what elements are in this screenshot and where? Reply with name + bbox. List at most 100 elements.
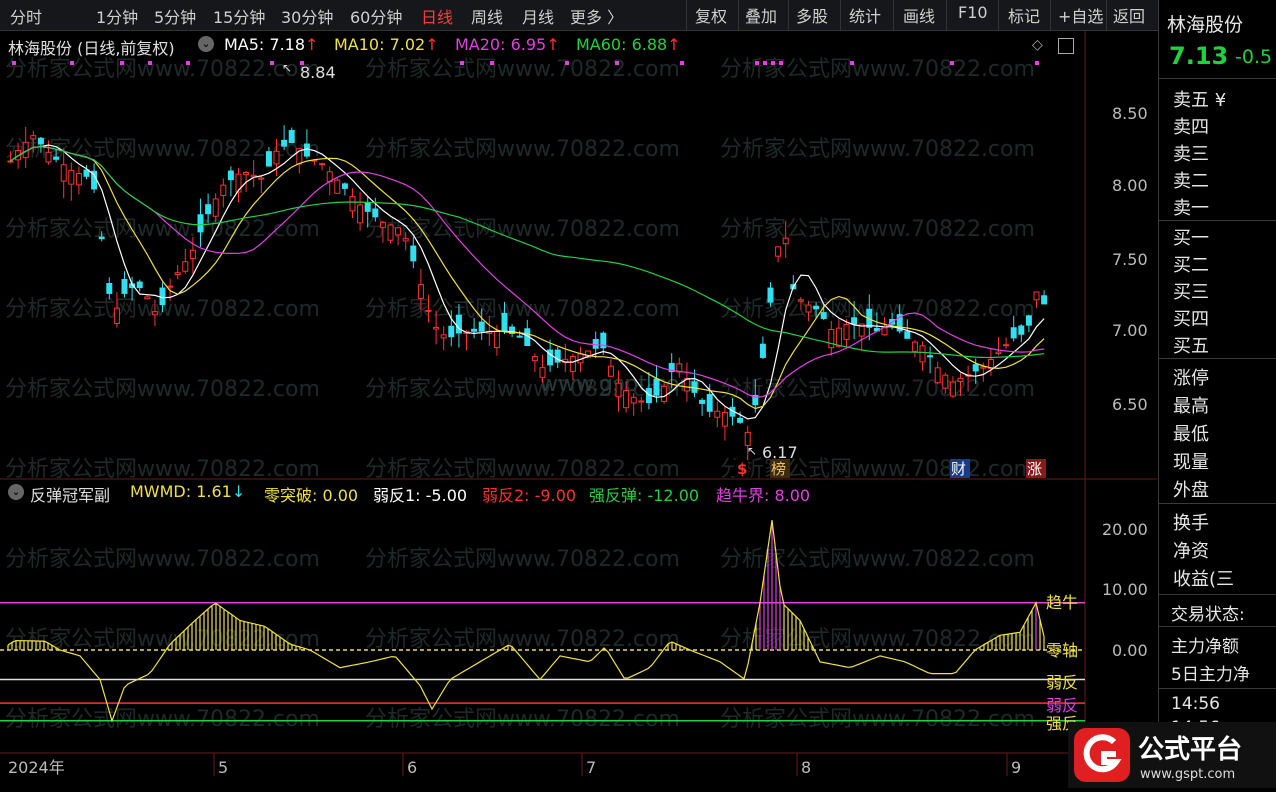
candle-body [212, 198, 219, 217]
candle-body [167, 285, 174, 288]
dollar-marker[interactable]: $ [737, 460, 747, 478]
ma10-line [10, 146, 1045, 410]
draw-line-button[interactable]: 画线 [903, 3, 935, 27]
overlay-button[interactable]: 叠加 [745, 3, 777, 27]
diamond-icon[interactable]: ◇ [1032, 37, 1043, 53]
candle-body [1010, 327, 1017, 339]
tab-5min[interactable]: 5分钟 [154, 4, 196, 28]
candle-body [372, 208, 379, 218]
ma20-label: MA20: 6.95↑ [455, 35, 560, 54]
candle-body [235, 173, 242, 193]
svg-text:8.00: 8.00 [1112, 176, 1148, 195]
candle-body [797, 299, 804, 302]
mark-button[interactable]: 标记 [1008, 3, 1040, 27]
watermarks: 分析家公式网www.70822.com 分析家公式网www.70822.com … [5, 57, 1035, 732]
candle-body [189, 249, 196, 260]
zhang-marker[interactable]: 涨 [1027, 460, 1042, 478]
dropdown-icon[interactable]: ⌄ [198, 36, 214, 52]
kline-svg[interactable]: 分析家公式网www.70822.com 分析家公式网www.70822.com … [0, 31, 1157, 788]
candle-body [448, 325, 455, 338]
candle-body [493, 330, 500, 349]
candle-body [83, 169, 90, 177]
bid4-label: 买四 [1173, 309, 1209, 330]
window-toggle-icon[interactable] [1058, 38, 1074, 54]
candle-body [805, 304, 812, 313]
top-dot [12, 61, 16, 65]
candle-body [106, 282, 113, 294]
candle-body [828, 329, 835, 349]
candle-body [37, 137, 44, 145]
candle-body [75, 173, 82, 186]
svg-text:分析家公式网www.70822.com: 分析家公式网www.70822.com [720, 57, 1035, 82]
tab-fenshi[interactable]: 分时 [10, 4, 42, 28]
candle-body [341, 183, 348, 189]
candle-body [53, 156, 60, 160]
candle-body [539, 367, 546, 378]
candle-body [516, 335, 523, 338]
multi-stock-button[interactable]: 多股 [796, 3, 828, 27]
candle-body [68, 169, 75, 185]
chart-title: 林海股份 (日线,前复权) [8, 39, 175, 58]
tab-30min[interactable]: 30分钟 [281, 4, 333, 28]
fuquan-button[interactable]: 复权 [695, 3, 727, 27]
candle-body [220, 184, 227, 197]
svg-text:弱反: 弱反 [1046, 673, 1078, 692]
indicator-dropdown-icon[interactable]: ⌄ [8, 484, 24, 500]
stock-name: 林海股份 [1167, 14, 1244, 36]
candle-body [395, 227, 402, 236]
top-dot [565, 61, 569, 65]
tab-monthly[interactable]: 月线 [522, 4, 554, 28]
date-axis: 2024年 5 6 7 8 9 [8, 753, 1021, 777]
mwmd-label: MWMD: 1.61↓ [130, 482, 246, 501]
limit-up-label: 涨停 [1173, 368, 1209, 389]
price-change: -0.5 [1235, 46, 1273, 68]
top-dot [680, 61, 684, 65]
candle-body [364, 202, 371, 212]
top-dot [70, 61, 74, 65]
svg-text:公式平台: 公式平台 [1138, 734, 1242, 765]
candle-body [121, 278, 128, 294]
svg-text:7.50: 7.50 [1112, 250, 1148, 269]
tab-daily[interactable]: 日线 [421, 4, 453, 28]
statistics-button[interactable]: 统计 [849, 3, 881, 27]
back-button[interactable]: 返回 [1113, 3, 1145, 27]
candle-body [1033, 291, 1040, 301]
tab-weekly[interactable]: 周线 [471, 4, 503, 28]
candle-body [949, 381, 956, 397]
svg-text:分析家公式网www.70822.com: 分析家公式网www.70822.com [720, 137, 1035, 162]
svg-text:分析家公式网www.70822.com: 分析家公式网www.70822.com [5, 457, 320, 482]
tab-60min[interactable]: 60分钟 [350, 4, 402, 28]
tab-1min[interactable]: 1分钟 [96, 4, 138, 28]
chart-area[interactable]: 分析家公式网www.70822.com 分析家公式网www.70822.com … [0, 31, 1157, 788]
top-dot [615, 61, 619, 65]
candle-body [227, 170, 234, 181]
svg-text:分析家公式网www.70822.com: 分析家公式网www.70822.com [365, 137, 680, 162]
candle-body [569, 356, 576, 373]
svg-text:分析家公式网www.70822.com: 分析家公式网www.70822.com [5, 547, 320, 572]
candle-body [919, 345, 926, 363]
candle-body [782, 237, 789, 245]
ask5-label: 卖五 ¥ [1173, 90, 1227, 111]
candle-body [843, 323, 850, 340]
volume-label: 现量 [1173, 452, 1209, 473]
bang-marker[interactable]: 榜 [771, 460, 786, 478]
f10-button[interactable]: F10 [958, 3, 988, 22]
candle-body [531, 356, 538, 362]
candle-body [995, 351, 1002, 355]
candle-body [835, 327, 842, 347]
bid1-label: 买一 [1173, 228, 1209, 249]
cai-marker[interactable]: 财 [951, 460, 966, 478]
candle-body [205, 204, 212, 215]
candle-body [615, 382, 622, 398]
candle-body [638, 400, 645, 403]
candle-body [319, 163, 326, 166]
more-menu[interactable]: 更多 〉 [570, 4, 623, 28]
tab-15min[interactable]: 15分钟 [213, 4, 265, 28]
weak1-label: 弱反1: -5.00 [373, 486, 468, 505]
candle-body [904, 331, 911, 339]
svg-text:7.00: 7.00 [1112, 321, 1148, 340]
earnings-label: 收益(三 [1173, 569, 1235, 590]
candle-body [592, 338, 599, 349]
candle-body [1025, 315, 1032, 326]
add-watchlist-button[interactable]: +自选 [1058, 3, 1103, 27]
